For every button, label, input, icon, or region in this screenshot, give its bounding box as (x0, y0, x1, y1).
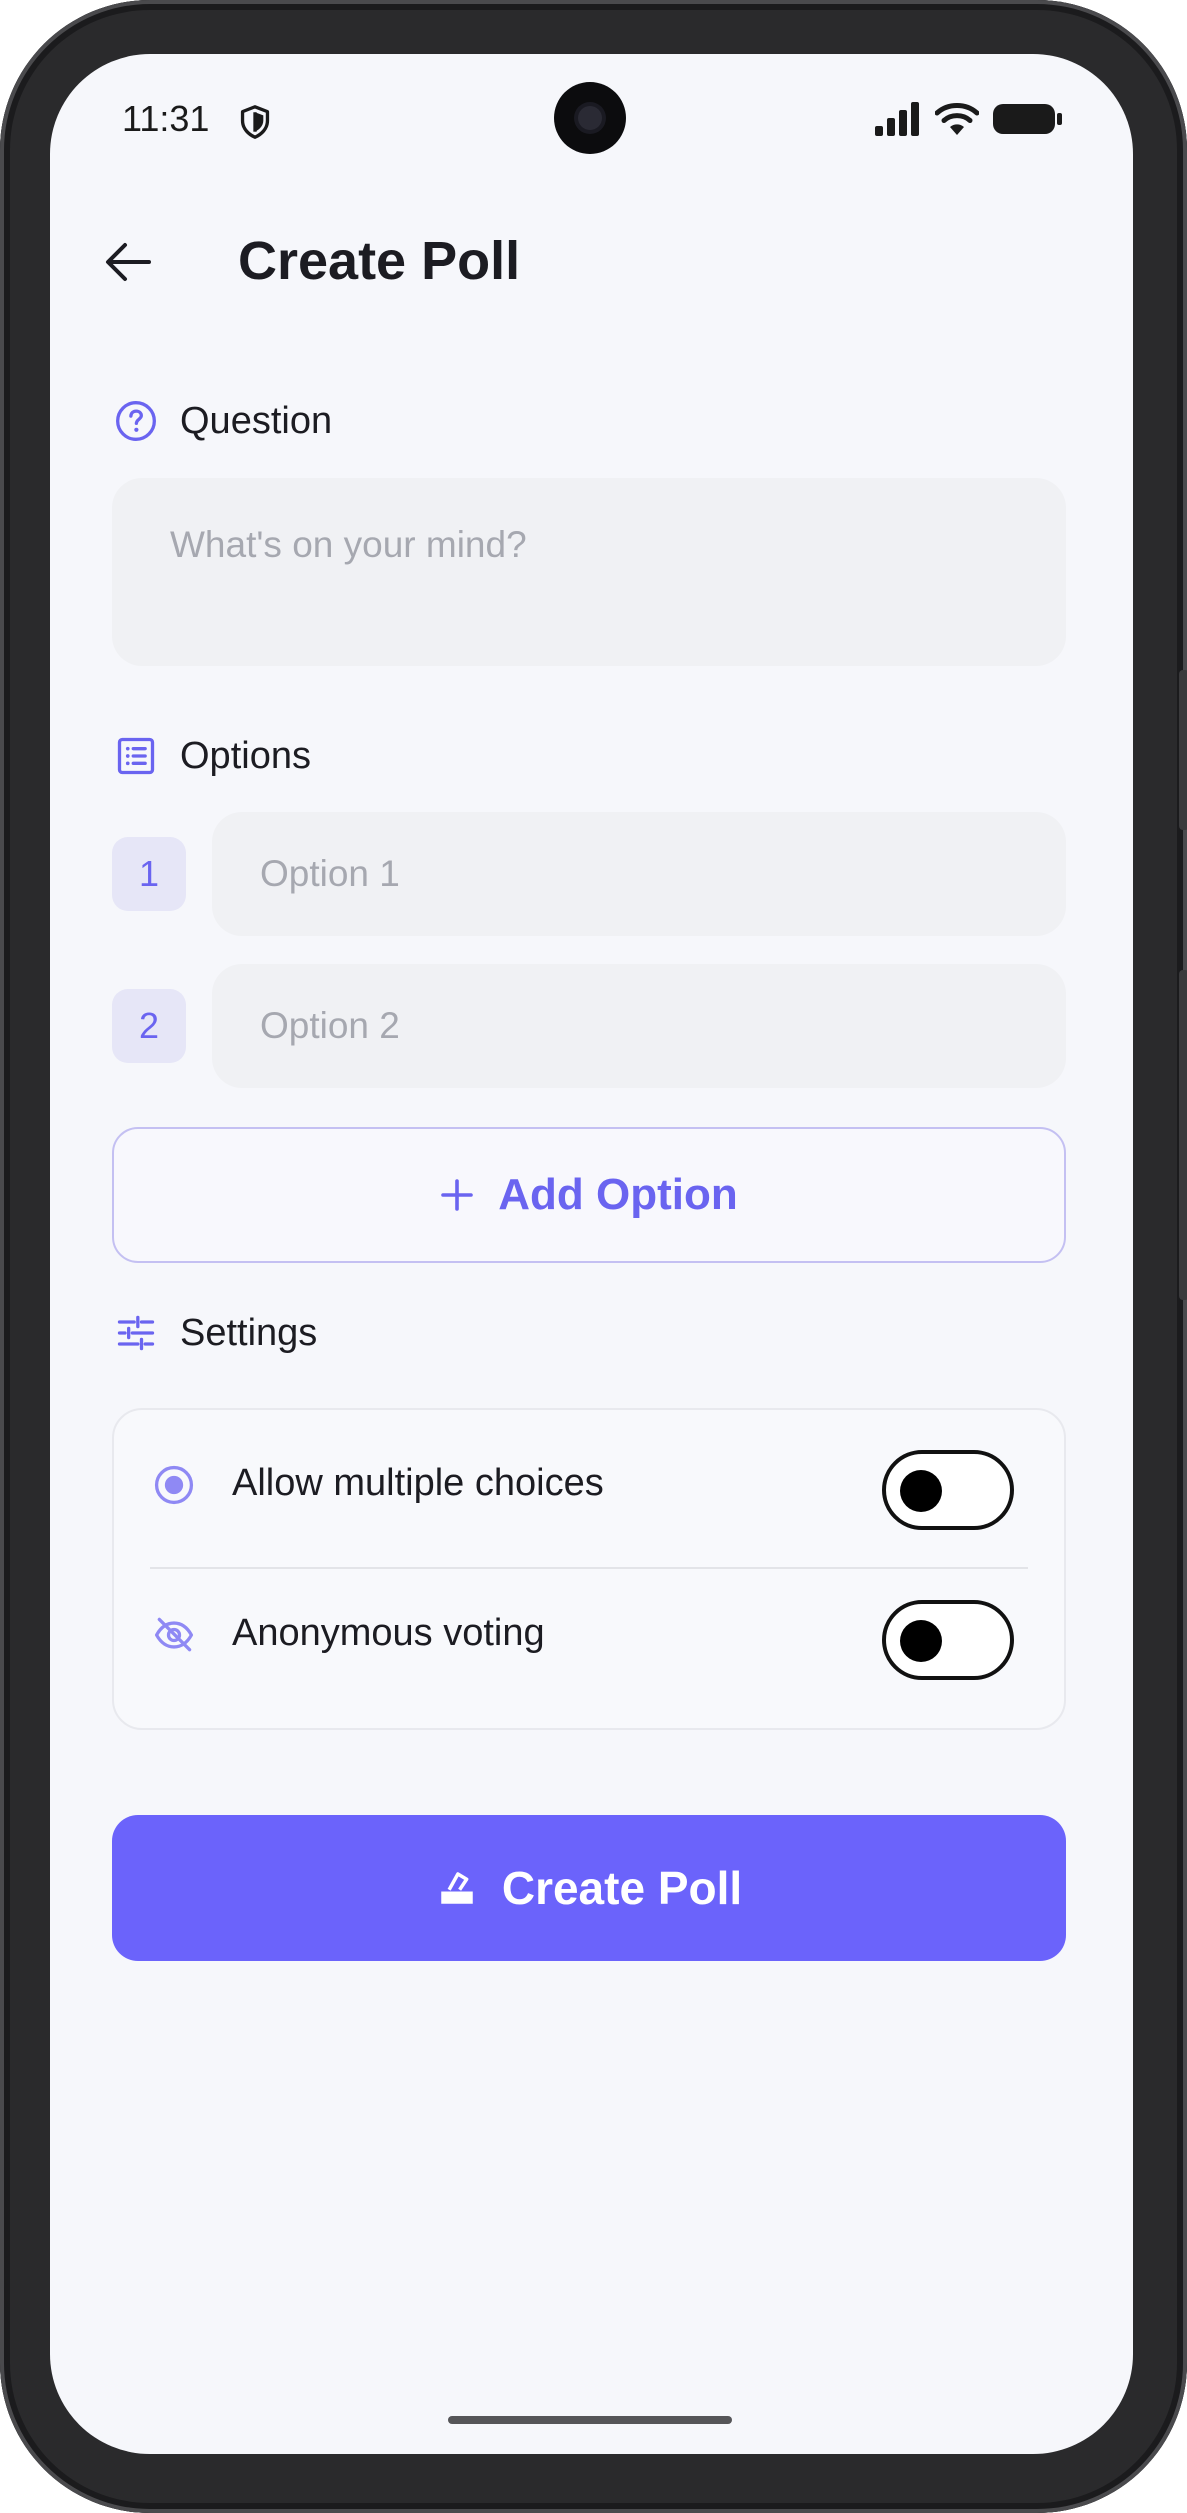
option-2-input[interactable] (212, 964, 1066, 1088)
toggle-knob (900, 1470, 942, 1512)
add-option-button[interactable]: Add Option (112, 1127, 1066, 1263)
power-button (1179, 970, 1187, 1300)
battery-icon (993, 104, 1062, 134)
settings-label: Settings (180, 1312, 318, 1354)
setting-label: Allow multiple choices (232, 1462, 604, 1504)
home-indicator[interactable] (448, 2416, 732, 2424)
ballot-box-icon (441, 1872, 473, 1904)
sliders-icon (117, 1315, 155, 1351)
phone-frame: 11:31 Create Poll Question What's on you… (0, 0, 1187, 2513)
toggle-knob (900, 1620, 942, 1662)
create-poll-label: Create Poll (501, 1862, 743, 1914)
question-label: Question (180, 400, 333, 442)
settings-card: Allow multiple choices Anonymous voting (112, 1408, 1066, 1730)
arrow-left-icon (106, 243, 151, 281)
eye-off-icon (154, 1617, 194, 1652)
status-icons (875, 102, 1063, 136)
anonymous-voting-toggle[interactable] (882, 1600, 1014, 1680)
shield-icon (240, 105, 270, 139)
list-icon (117, 737, 155, 775)
plus-icon (441, 1179, 474, 1211)
setting-label: Anonymous voting (232, 1612, 545, 1654)
question-circle-icon (116, 401, 156, 441)
add-option-label: Add Option (498, 1170, 738, 1219)
status-time: 11:31 (122, 98, 210, 139)
volume-button (1179, 670, 1187, 830)
option-number-badge: 1 (112, 837, 186, 911)
option-number-badge: 2 (112, 989, 186, 1063)
signal-icon (875, 102, 919, 136)
back-button[interactable] (100, 234, 156, 290)
screen: 11:31 Create Poll Question What's on you… (50, 54, 1133, 2454)
setting-row-anonymous-voting: Anonymous voting (114, 1560, 1064, 1710)
create-poll-button[interactable]: Create Poll (112, 1815, 1066, 1961)
page-title: Create Poll (238, 231, 521, 291)
radio-selected-icon (154, 1465, 194, 1505)
question-input[interactable] (112, 478, 1066, 666)
options-label: Options (180, 735, 311, 777)
multiple-choices-toggle[interactable] (882, 1450, 1014, 1530)
wifi-icon (935, 103, 979, 135)
setting-row-multiple-choices: Allow multiple choices (114, 1410, 1064, 1560)
front-camera (554, 82, 626, 154)
option-1-input[interactable] (212, 812, 1066, 936)
